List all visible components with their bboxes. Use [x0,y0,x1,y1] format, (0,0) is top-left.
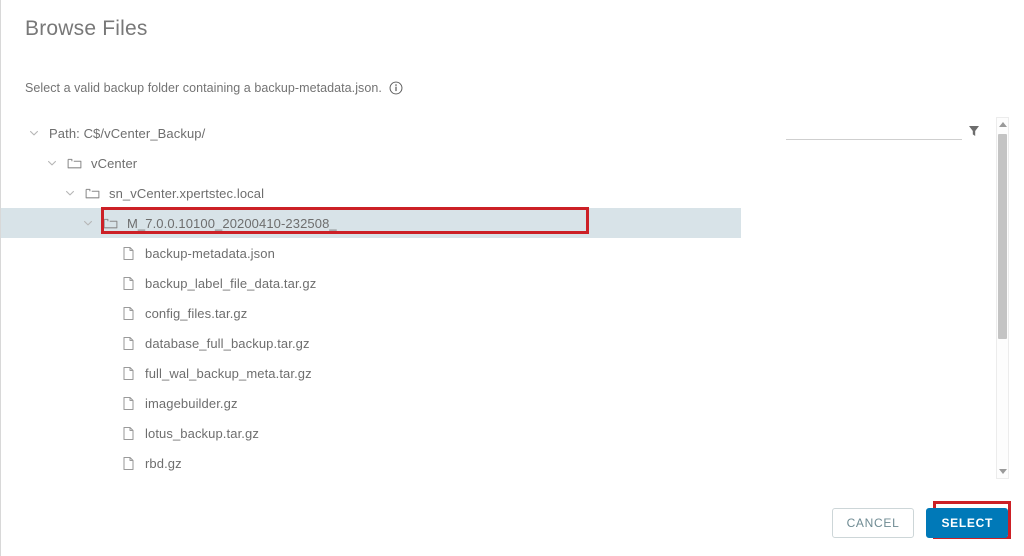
tree-folder-row[interactable]: sn_vCenter.xpertstec.local [1,178,741,208]
tree-file-row[interactable]: full_wal_backup_meta.tar.gz [1,358,741,388]
scroll-up-arrow-icon[interactable] [997,118,1008,131]
scrollbar-thumb[interactable] [998,134,1007,339]
tree-row-label: rbd.gz [145,455,182,471]
tree-file-row[interactable]: backup_label_file_data.tar.gz [1,268,741,298]
filter-input[interactable] [786,122,962,140]
browse-files-dialog: Browse Files Select a valid backup folde… [0,0,1024,556]
tree-row-label: database_full_backup.tar.gz [145,335,310,351]
filter-area [786,122,980,140]
tree-file-row[interactable]: lotus_backup.tar.gz [1,418,741,448]
tree-file-row[interactable]: backup-metadata.json [1,238,741,268]
tree-row-label: imagebuilder.gz [145,395,238,411]
tree-row-label: full_wal_backup_meta.tar.gz [145,365,312,381]
info-circle-icon[interactable] [389,81,403,95]
tree-row-label: backup-metadata.json [145,245,275,261]
funnel-filter-icon[interactable] [968,124,980,138]
folder-icon [85,186,100,201]
file-icon [121,426,136,441]
tree-row-label: vCenter [91,155,138,171]
file-icon [121,366,136,381]
scroll-down-arrow-icon[interactable] [997,465,1008,478]
tree-folder-row[interactable]: vCenter [1,148,741,178]
tree-file-row[interactable]: config_files.tar.gz [1,298,741,328]
tree-row-label: Path: C$/vCenter_Backup/ [49,125,206,141]
tree-file-row[interactable]: imagebuilder.gz [1,388,741,418]
file-icon [121,246,136,261]
folder-icon [103,216,118,231]
cancel-button[interactable]: CANCEL [831,508,915,538]
file-icon [121,396,136,411]
tree-row-label: sn_vCenter.xpertstec.local [109,185,265,201]
tree-folder-row[interactable]: M_7.0.0.10100_20200410-232508_ [1,208,741,238]
chevron-down-icon[interactable] [63,186,77,200]
tree-file-row[interactable]: rbd.gz [1,448,741,478]
file-icon [121,456,136,471]
tree-file-row[interactable]: database_full_backup.tar.gz [1,328,741,358]
tree-row-label: M_7.0.0.10100_20200410-232508_ [127,215,337,231]
file-icon [121,306,136,321]
chevron-down-icon[interactable] [81,216,95,230]
file-tree: Path: C$/vCenter_Backup/vCenter sn_vCente… [1,118,741,478]
page-title: Browse Files [25,17,148,40]
tree-row-label: config_files.tar.gz [145,305,248,321]
tree-row-label: lotus_backup.tar.gz [145,425,259,441]
select-button[interactable]: SELECT [926,508,1008,538]
chevron-down-icon[interactable] [45,156,59,170]
folder-icon [67,156,82,171]
tree-scrollbar[interactable] [996,117,1009,479]
dialog-subtitle: Select a valid backup folder containing … [25,81,403,95]
file-icon [121,276,136,291]
tree-folder-row[interactable]: Path: C$/vCenter_Backup/ [1,118,741,148]
file-icon [121,336,136,351]
chevron-down-icon[interactable] [27,126,41,140]
dialog-footer: CANCEL SELECT [831,508,1008,538]
tree-row-label: backup_label_file_data.tar.gz [145,275,317,291]
dialog-subtitle-text: Select a valid backup folder containing … [25,81,382,95]
